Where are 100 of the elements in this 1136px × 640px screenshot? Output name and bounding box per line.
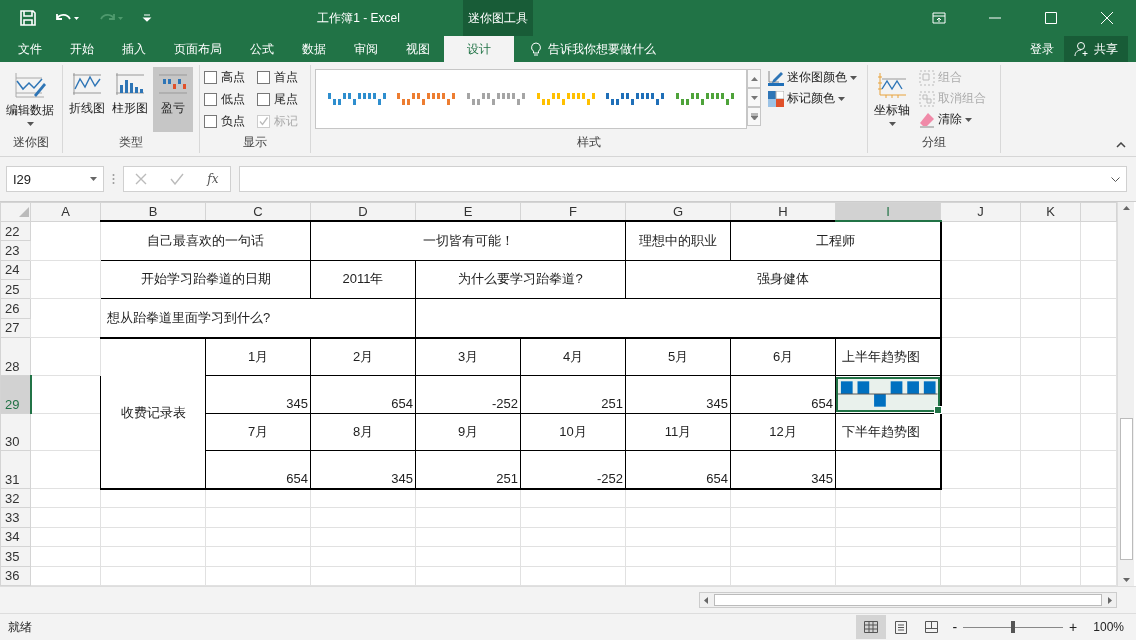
column-header[interactable]: K bbox=[1020, 202, 1081, 222]
vertical-scrollbar[interactable] bbox=[1117, 202, 1134, 586]
column-header[interactable]: I bbox=[835, 202, 941, 222]
sparkline-style-swatch[interactable] bbox=[606, 91, 665, 107]
ribbon-tab[interactable]: 设计 bbox=[444, 36, 514, 62]
row-header[interactable]: 25 bbox=[0, 279, 31, 299]
table-cell: 345 bbox=[730, 450, 836, 489]
zoom-out-button[interactable]: - bbox=[952, 619, 958, 635]
maximize-icon[interactable] bbox=[1044, 11, 1058, 25]
caret-icon bbox=[850, 75, 857, 80]
row-header[interactable]: 26 bbox=[0, 298, 31, 319]
scroll-up-button[interactable] bbox=[747, 69, 761, 88]
row-header[interactable]: 27 bbox=[0, 318, 31, 338]
ribbon-tab[interactable]: 页面布局 bbox=[160, 36, 236, 62]
row-header[interactable]: 23 bbox=[0, 240, 31, 261]
row-header[interactable]: 31 bbox=[0, 450, 31, 489]
sparkline-color-button[interactable]: 迷你图颜色 bbox=[768, 69, 857, 86]
zoom-level: 100% bbox=[1093, 620, 1124, 634]
checkbox[interactable]: 高点 bbox=[204, 69, 254, 86]
checkbox[interactable]: 尾点 bbox=[256, 91, 306, 108]
ribbon-tab[interactable]: 审阅 bbox=[340, 36, 392, 62]
collapse-ribbon-icon[interactable] bbox=[1116, 142, 1126, 148]
zoom-in-button[interactable]: + bbox=[1069, 619, 1078, 635]
formula-input[interactable] bbox=[239, 166, 1127, 192]
sparkline-style-swatch[interactable] bbox=[327, 91, 386, 107]
checkbox-square[interactable] bbox=[256, 93, 270, 106]
table-cell: 8月 bbox=[310, 413, 416, 451]
table-cell: 4月 bbox=[520, 337, 626, 376]
column-header[interactable]: J bbox=[940, 202, 1021, 222]
table-cell: 1月 bbox=[205, 337, 311, 376]
caret-left-icon[interactable] bbox=[704, 596, 708, 604]
caret-icon bbox=[838, 96, 845, 101]
more-button[interactable] bbox=[747, 107, 761, 126]
ribbon-tab[interactable]: 公式 bbox=[236, 36, 288, 62]
ribbon-tab[interactable]: 插入 bbox=[108, 36, 160, 62]
ribbon-tab[interactable]: 开始 bbox=[56, 36, 108, 62]
row-header[interactable]: 33 bbox=[0, 507, 31, 528]
caret-up-icon[interactable] bbox=[1122, 206, 1130, 210]
sparkline-style-swatch[interactable] bbox=[536, 91, 595, 107]
sparkline-style-swatch[interactable] bbox=[397, 91, 456, 107]
row-header[interactable]: 34 bbox=[0, 527, 31, 547]
ribbon-display-icon[interactable] bbox=[932, 11, 946, 25]
caret-icon bbox=[888, 122, 896, 126]
checkbox[interactable]: 负点 bbox=[204, 113, 254, 130]
checkbox[interactable]: 首点 bbox=[256, 69, 306, 86]
row-header[interactable]: 32 bbox=[0, 488, 31, 508]
edit-data-button[interactable]: 编辑数据 bbox=[4, 67, 56, 132]
context-label: 迷你图工具 bbox=[463, 0, 533, 36]
fill-handle[interactable] bbox=[933, 405, 942, 414]
group-label: 分组 bbox=[921, 134, 947, 151]
caret-down-icon[interactable] bbox=[1122, 578, 1130, 582]
sparkline-type-button[interactable]: 柱形图 bbox=[110, 67, 150, 132]
axis-button[interactable]: 坐标轴 bbox=[872, 67, 912, 132]
row-header[interactable]: 36 bbox=[0, 566, 31, 586]
row-header[interactable]: 22 bbox=[0, 221, 31, 241]
clear-button[interactable]: 清除 bbox=[919, 111, 986, 128]
ribbon-tab[interactable]: 视图 bbox=[392, 36, 444, 62]
sparkline-style-swatch[interactable] bbox=[676, 91, 735, 107]
caret-down-icon bbox=[750, 95, 758, 100]
name-box[interactable]: I29 bbox=[6, 166, 104, 192]
insert-function-button[interactable]: fx bbox=[207, 172, 219, 186]
table-cell: -252 bbox=[415, 375, 521, 414]
sparkline-cell[interactable] bbox=[835, 450, 941, 489]
row-header[interactable]: 29 bbox=[0, 375, 31, 414]
row-header[interactable]: 30 bbox=[0, 413, 31, 451]
checkbox-square[interactable] bbox=[204, 71, 217, 84]
ribbon-tab[interactable]: 数据 bbox=[288, 36, 340, 62]
checkbox-square[interactable] bbox=[204, 115, 217, 128]
caret-icon bbox=[90, 177, 97, 181]
row-header[interactable]: 35 bbox=[0, 546, 31, 567]
scroll-down-button[interactable] bbox=[747, 88, 761, 107]
row-header[interactable]: 28 bbox=[0, 337, 31, 376]
table-cell: 9月 bbox=[415, 413, 521, 451]
horizontal-scrollbar[interactable] bbox=[699, 592, 1117, 608]
table-cell: 7月 bbox=[205, 413, 311, 451]
save-icon[interactable] bbox=[20, 10, 36, 26]
checkbox[interactable]: 低点 bbox=[204, 91, 254, 108]
checkbox-square[interactable] bbox=[256, 71, 270, 84]
column-header[interactable]: A bbox=[30, 202, 101, 222]
eraser-icon bbox=[919, 111, 935, 128]
sparkline-type-button[interactable]: 盈亏 bbox=[153, 67, 193, 132]
customize-icon[interactable] bbox=[142, 13, 152, 23]
row-header[interactable]: 24 bbox=[0, 260, 31, 280]
spreadsheet-grid[interactable] bbox=[0, 202, 1117, 586]
ungroup-icon bbox=[919, 90, 935, 107]
sparkline-type-button[interactable]: 折线图 bbox=[67, 67, 107, 132]
marker-color-button[interactable]: 标记颜色 bbox=[768, 90, 857, 107]
caret-right-icon[interactable] bbox=[1108, 596, 1112, 604]
close-icon[interactable] bbox=[1100, 11, 1114, 25]
checkbox-square[interactable] bbox=[204, 93, 217, 106]
ribbon-tab[interactable]: 文件 bbox=[4, 36, 56, 62]
normal-view-button[interactable] bbox=[856, 615, 887, 639]
share-button[interactable]: 共享 bbox=[1064, 36, 1128, 62]
sign-in-link[interactable]: 登录 bbox=[1030, 36, 1054, 62]
sparkline-style-swatch[interactable] bbox=[467, 91, 526, 107]
expand-icon[interactable] bbox=[1111, 176, 1120, 182]
window-title: 工作簿1 - Excel bbox=[316, 9, 401, 27]
page-icon bbox=[895, 620, 908, 634]
caret-icon bbox=[26, 122, 34, 126]
tell-me-field[interactable]: 告诉我你想要做什么 bbox=[530, 36, 656, 62]
